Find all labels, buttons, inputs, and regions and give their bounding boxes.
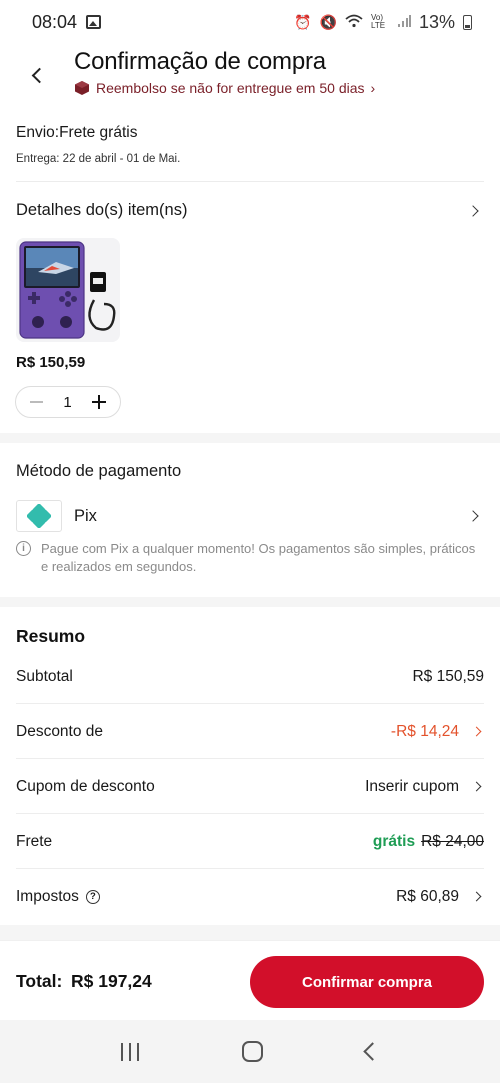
system-back-icon[interactable]	[362, 1042, 382, 1061]
divider	[16, 181, 484, 182]
checkout-bar: Total: R$ 197,24 Confirmar compra	[0, 940, 500, 1020]
system-navigation-bar	[0, 1020, 500, 1083]
payment-method-label[interactable]: Pix	[74, 507, 97, 526]
shipping-label: Envio:Frete grátis	[16, 124, 138, 141]
alarm-icon: ⏰	[294, 13, 312, 30]
quantity-minus-button[interactable]	[30, 401, 43, 403]
confirm-purchase-button[interactable]: Confirmar compra	[250, 956, 484, 1008]
quantity-value: 1	[63, 393, 72, 411]
product-image[interactable]	[16, 238, 120, 342]
refund-shield-icon	[75, 81, 89, 95]
subtotal-value: R$ 150,59	[412, 667, 484, 685]
refund-guarantee-link[interactable]: Reembolso se não for entregue em 50 dias…	[74, 80, 375, 96]
discount-row[interactable]: Desconto de -R$ 14,24	[16, 704, 484, 759]
battery-icon	[463, 14, 472, 30]
section-separator	[0, 925, 500, 940]
delivery-date: Entrega: 22 de abril - 01 de Mai.	[16, 153, 181, 165]
battery-percent: 13%	[418, 11, 455, 32]
quantity-stepper: 1	[15, 386, 121, 418]
pix-logo	[16, 500, 62, 532]
payment-section-title: Método de pagamento	[16, 462, 182, 480]
coupon-input-link[interactable]: Inserir cupom	[365, 778, 459, 796]
payment-note: i Pague com Pix a qualquer momento! Os p…	[16, 540, 486, 576]
recents-icon[interactable]	[121, 1042, 140, 1061]
items-chevron-right-icon[interactable]	[467, 205, 479, 217]
shipping-cost-row: Frete grátis R$ 24,00	[16, 814, 484, 869]
shipping-info: Envio:Frete grátis Entrega: 22 de abril …	[16, 124, 180, 165]
shipping-free-badge: grátis	[372, 832, 416, 850]
payment-chevron-right-icon[interactable]	[467, 510, 479, 522]
back-arrow-icon	[31, 67, 47, 84]
discount-label: Desconto de	[16, 722, 104, 740]
taxes-value: R$ 60,89	[396, 887, 459, 905]
quantity-plus-button[interactable]	[92, 395, 106, 409]
status-bar: 08:04 ⏰ 🔇 Vo) LTE 13%	[0, 0, 500, 44]
shipping-original-price: R$ 24,00	[421, 832, 484, 850]
taxes-row[interactable]: Impostos ? R$ 60,89	[16, 869, 484, 924]
section-separator	[0, 433, 500, 443]
shipping-cost-label: Frete	[16, 832, 53, 850]
mute-icon: 🔇	[319, 13, 337, 30]
handheld-console-image	[19, 241, 116, 339]
summary-title: Resumo	[16, 626, 86, 646]
items-section-title[interactable]: Detalhes do(s) item(ns)	[16, 201, 187, 220]
product-price: R$ 150,59	[16, 354, 86, 371]
network-label: Vo) LTE	[370, 13, 386, 30]
section-separator	[0, 597, 500, 607]
chevron-right-icon	[471, 891, 482, 902]
wifi-icon	[345, 14, 363, 31]
status-icons: ⏰ 🔇 Vo) LTE 13%	[294, 12, 472, 33]
refund-text: Reembolso se não for entregue em 50 dias	[96, 80, 365, 96]
chevron-right-icon	[471, 726, 482, 737]
back-button[interactable]	[22, 58, 50, 86]
chevron-right-icon	[471, 781, 482, 792]
gallery-icon	[86, 15, 102, 29]
discount-value: -R$ 14,24	[390, 722, 459, 740]
help-icon[interactable]: ?	[85, 889, 100, 904]
total-value: R$ 197,24	[71, 971, 152, 991]
payment-note-text: Pague com Pix a qualquer momento! Os pag…	[41, 541, 476, 574]
total-label: Total:	[16, 971, 63, 991]
home-icon[interactable]	[241, 1041, 263, 1062]
subtotal-row: Subtotal R$ 150,59	[16, 649, 484, 704]
signal-icon	[397, 14, 411, 31]
info-icon: i	[16, 541, 31, 556]
page-title: Confirmação de compra	[74, 48, 326, 75]
pix-icon	[27, 504, 51, 528]
taxes-label: Impostos	[16, 887, 79, 905]
status-time: 08:04	[32, 11, 78, 32]
chevron-right-icon: ›	[370, 80, 376, 96]
subtotal-label: Subtotal	[16, 667, 73, 685]
page-header: Confirmação de compra Reembolso se não f…	[0, 44, 500, 108]
coupon-row[interactable]: Cupom de desconto Inserir cupom	[16, 759, 484, 814]
coupon-label: Cupom de desconto	[16, 777, 155, 795]
